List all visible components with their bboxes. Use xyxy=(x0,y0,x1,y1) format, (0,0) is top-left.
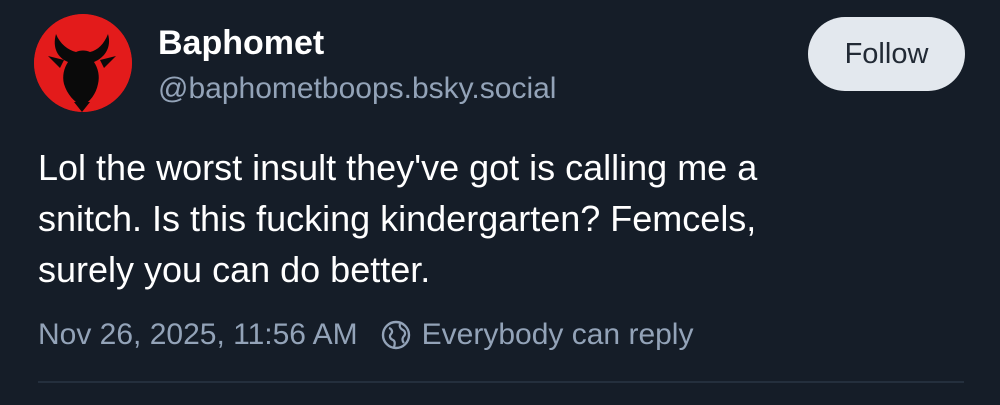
reply-setting-label[interactable]: Everybody can reply xyxy=(422,318,694,352)
follow-button[interactable]: Follow xyxy=(808,17,965,91)
author-display-name[interactable]: Baphomet xyxy=(158,24,324,63)
post-text: Lol the worst insult they've got is call… xyxy=(38,147,758,290)
post-thread-item: Baphomet @baphometboops.bsky.social Foll… xyxy=(0,0,1000,405)
post-meta: Nov 26, 2025, 11:56 AM Everybody can rep… xyxy=(38,315,693,355)
post-timestamp[interactable]: Nov 26, 2025, 11:56 AM xyxy=(38,318,358,352)
globe-icon xyxy=(380,319,412,351)
author-avatar[interactable] xyxy=(34,14,132,112)
goat-head-icon xyxy=(34,14,132,112)
author-handle[interactable]: @baphometboops.bsky.social xyxy=(158,72,556,106)
divider xyxy=(38,381,964,383)
